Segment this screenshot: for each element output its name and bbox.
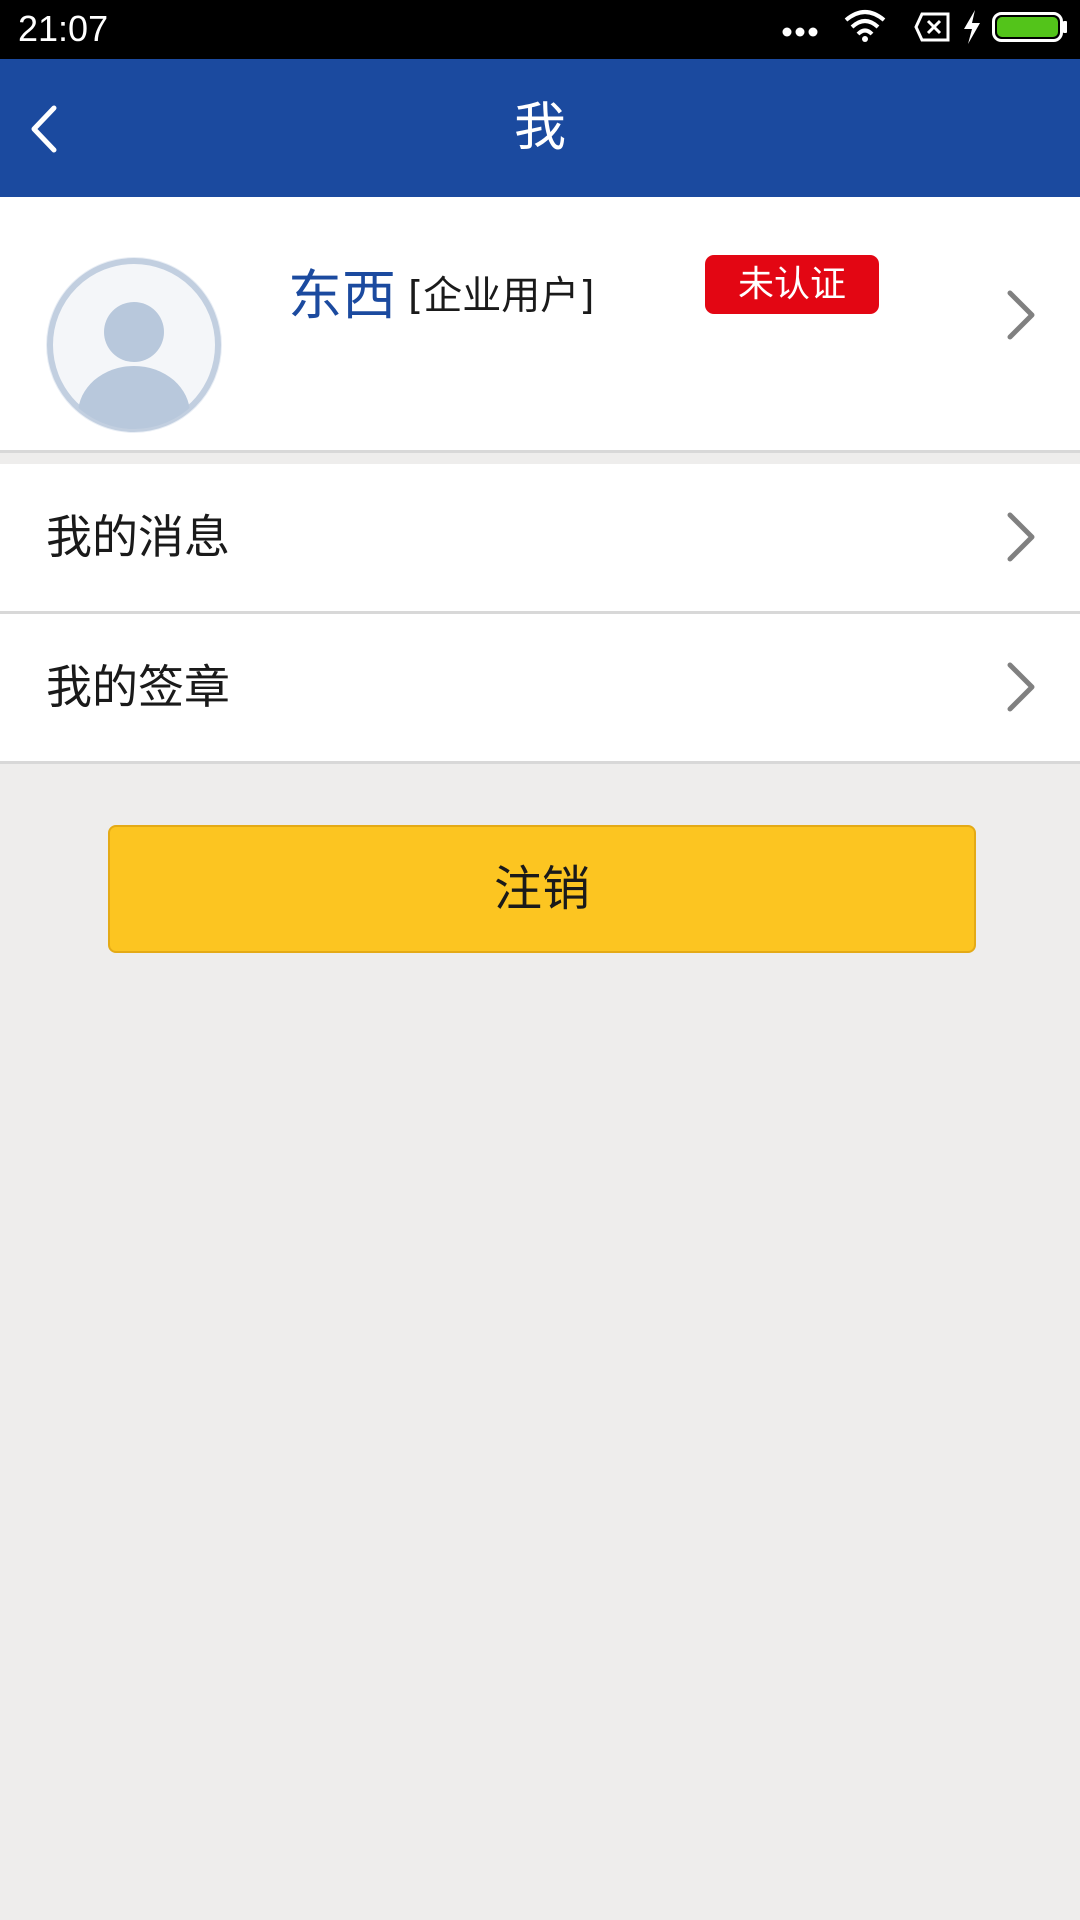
logout-button[interactable]: 注销 [108,825,976,953]
profile-card[interactable]: 东西 [企业用户] 未认证 [0,197,1080,453]
app-bar: 我 [0,59,1080,197]
status-time: 21:07 [18,8,109,49]
wifi-icon [844,10,886,42]
battery-icon [992,12,1067,42]
menu-item-my-seals[interactable]: 我的签章 [0,614,1080,764]
menu-item-label: 我的签章 [46,660,230,714]
no-sim-icon [914,12,950,42]
chevron-left-icon [31,105,57,153]
default-avatar-icon [46,257,222,433]
chevron-right-icon [1007,662,1035,712]
user-name: 东西 [288,264,396,327]
chevron-right-icon [1007,512,1035,562]
menu-item-my-messages[interactable]: 我的消息 [0,464,1080,614]
menu-item-label: 我的消息 [46,510,230,564]
back-button[interactable] [20,94,90,164]
page-title: 我 [513,98,566,158]
charging-icon [964,10,980,44]
user-type-label: [企业用户] [408,274,595,319]
chevron-right-icon [1007,290,1035,340]
unverified-badge[interactable]: 未认证 [705,255,879,314]
status-bar: 21:07 [0,0,1080,59]
more-dots-icon [782,27,818,37]
menu-list: 我的消息 我的签章 [0,464,1080,764]
